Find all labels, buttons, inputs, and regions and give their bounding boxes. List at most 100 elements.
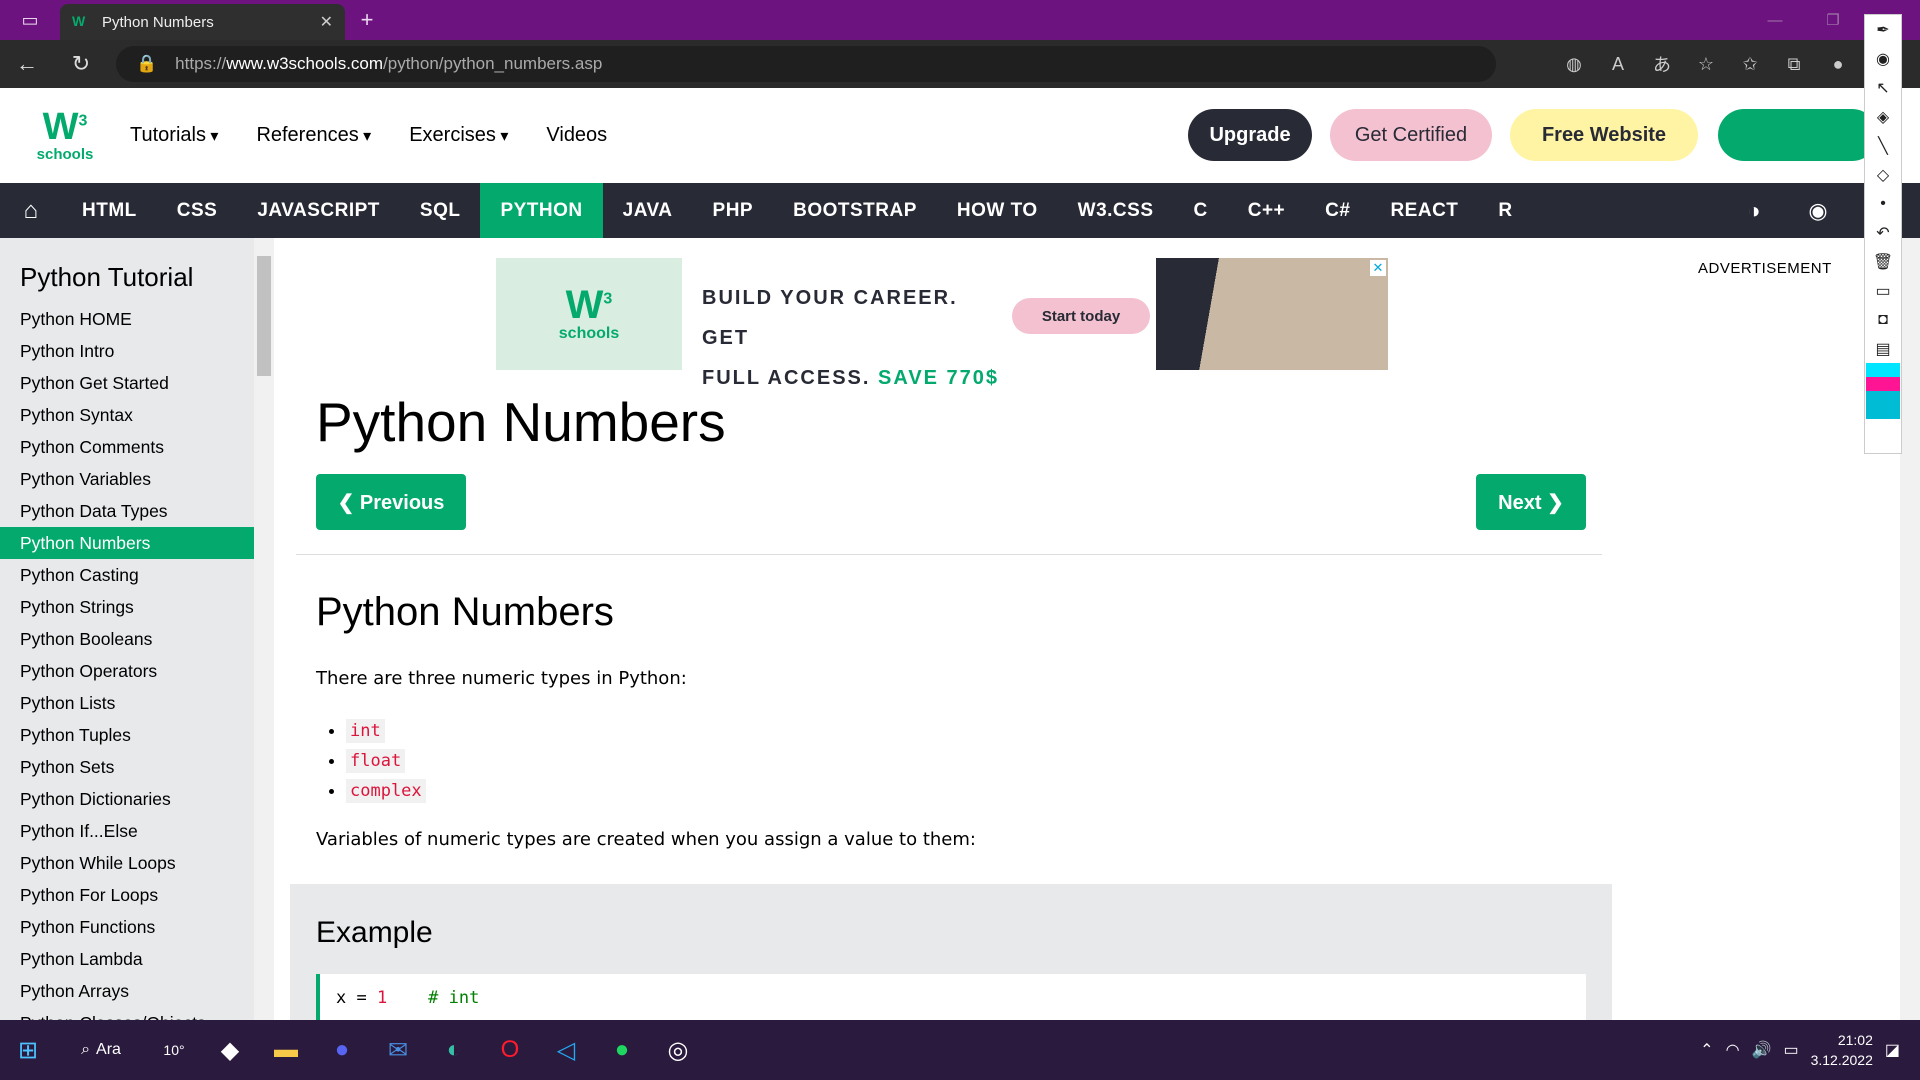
camera-icon[interactable]: ◘ (1865, 305, 1901, 334)
spaces-button[interactable] (1718, 109, 1878, 161)
sidebar-item[interactable]: Python If...Else (0, 815, 254, 847)
subject-w3css[interactable]: W3.CSS (1058, 183, 1174, 238)
sidebar-item[interactable]: Python Get Started (0, 367, 254, 399)
menu-exercises[interactable]: Exercises (409, 124, 508, 147)
ad-close-icon[interactable]: ✕ (1370, 260, 1386, 276)
edge-icon[interactable]: ◐ (426, 1020, 482, 1080)
sidebar-scrollbar[interactable] (254, 238, 274, 1020)
mail-icon[interactable]: ✉ (370, 1020, 426, 1080)
subject-html[interactable]: HTML (62, 183, 157, 238)
dark-mode-icon[interactable]: ◑ (1722, 183, 1786, 238)
sidebar-scroll-thumb[interactable] (257, 256, 271, 376)
pointer-icon[interactable]: ↖ (1865, 73, 1901, 102)
subject-javascript[interactable]: JAVASCRIPT (237, 183, 400, 238)
trash-icon[interactable]: 🗑 (1865, 247, 1901, 276)
sidebar-item[interactable]: Python Arrays (0, 975, 254, 1007)
favorites-icon[interactable]: ✩ (1728, 40, 1772, 88)
sidebar-item[interactable]: Python Operators (0, 655, 254, 687)
sidebar-item[interactable]: Python Dictionaries (0, 783, 254, 815)
url-field[interactable]: 🔒 https://www.w3schools.com/python/pytho… (116, 46, 1496, 82)
new-tab-icon[interactable]: + (345, 0, 389, 40)
pen-tool-icon[interactable]: ✒ (1865, 15, 1901, 44)
battery-icon[interactable]: ▭ (1783, 1040, 1798, 1060)
sidebar-item[interactable]: Python Classes/Objects (0, 1007, 254, 1020)
previous-button[interactable]: ❮ Previous (316, 474, 466, 530)
extension-icon[interactable]: ◍ (1552, 40, 1596, 88)
discord-icon[interactable]: ● (314, 1020, 370, 1080)
subject-php[interactable]: PHP (693, 183, 774, 238)
taskbar-search[interactable]: ⌕ Ara (56, 1020, 146, 1080)
upgrade-button[interactable]: Upgrade (1188, 109, 1312, 161)
tag-icon[interactable]: ◈ (1865, 102, 1901, 131)
eye-icon[interactable]: ◉ (1865, 44, 1901, 73)
subject-r[interactable]: R (1478, 183, 1532, 238)
weather-icon[interactable]: 10° (146, 1020, 202, 1080)
subject-java[interactable]: JAVA (603, 183, 693, 238)
volume-icon[interactable]: 🔊 (1752, 1040, 1772, 1060)
sidebar-item[interactable]: Python HOME (0, 303, 254, 335)
get-certified-button[interactable]: Get Certified (1330, 109, 1492, 161)
page-scrollbar[interactable] (1900, 238, 1920, 1020)
browser-tab[interactable]: W Python Numbers ✕ (60, 4, 345, 40)
profile-avatar-icon[interactable]: ● (1816, 40, 1860, 88)
sidebar-item[interactable]: Python For Loops (0, 879, 254, 911)
vscode-icon[interactable]: ◁ (538, 1020, 594, 1080)
subject-react[interactable]: REACT (1370, 183, 1478, 238)
app-icon[interactable]: ◆ (202, 1020, 258, 1080)
color-swatch[interactable] (1866, 363, 1900, 377)
clipboard-icon[interactable]: ▤ (1865, 334, 1901, 363)
sidebar-item[interactable]: Python Sets (0, 751, 254, 783)
menu-references[interactable]: References (256, 124, 371, 147)
sidebar-item[interactable]: Python Tuples (0, 719, 254, 751)
back-icon[interactable]: ← (0, 40, 54, 88)
home-icon[interactable]: ⌂ (0, 183, 62, 238)
dot-icon[interactable]: • (1865, 189, 1901, 218)
refresh-icon[interactable]: ↻ (54, 40, 108, 88)
sidebar-item[interactable]: Python Variables (0, 463, 254, 495)
sidebar-item[interactable]: Python Intro (0, 335, 254, 367)
undo-icon[interactable]: ↶ (1865, 218, 1901, 247)
clock[interactable]: 21:02 3.12.2022 (1811, 1030, 1873, 1070)
color-swatch[interactable] (1866, 377, 1900, 391)
subject-css[interactable]: CSS (157, 183, 238, 238)
monitor-icon[interactable]: ▭ (1865, 276, 1901, 305)
sidebar-item[interactable]: Python Data Types (0, 495, 254, 527)
add-favorite-icon[interactable]: ☆ (1684, 40, 1728, 88)
tray-chevron-icon[interactable]: ⌃ (1700, 1040, 1713, 1060)
wifi-icon[interactable]: ◠ (1726, 1040, 1740, 1060)
minimize-icon[interactable]: — (1746, 0, 1804, 40)
spotify-icon[interactable]: ● (594, 1020, 650, 1080)
file-explorer-icon[interactable]: ▬ (258, 1020, 314, 1080)
subject-sql[interactable]: SQL (400, 183, 481, 238)
collections-icon[interactable]: ⧉ (1772, 40, 1816, 88)
color-swatch[interactable] (1866, 391, 1900, 419)
sidebar-item[interactable]: Python Functions (0, 911, 254, 943)
opera-icon[interactable]: O (482, 1020, 538, 1080)
globe-icon[interactable]: ◉ (1786, 183, 1850, 238)
free-website-button[interactable]: Free Website (1510, 109, 1698, 161)
sidebar-item[interactable]: Python Lists (0, 687, 254, 719)
ad-start-today-button[interactable]: Start today (1012, 298, 1150, 334)
windows-start-icon[interactable]: ⊞ (0, 1020, 56, 1080)
next-button[interactable]: Next ❯ (1476, 474, 1586, 530)
notification-icon[interactable]: ◪ (1885, 1040, 1900, 1060)
sidebar-item[interactable]: Python Strings (0, 591, 254, 623)
translate-icon[interactable]: あ (1640, 40, 1684, 88)
read-aloud-icon[interactable]: A (1596, 40, 1640, 88)
ad-banner[interactable]: W3 schools BUILD YOUR CAREER. GET FULL A… (496, 258, 1406, 389)
subject-how-to[interactable]: HOW TO (937, 183, 1058, 238)
subject-bootstrap[interactable]: BOOTSTRAP (773, 183, 937, 238)
sidebar-item-active[interactable]: Python Numbers (0, 527, 254, 559)
menu-videos[interactable]: Videos (546, 124, 607, 147)
sidebar-item[interactable]: Python Comments (0, 431, 254, 463)
sidebar-item[interactable]: Python Casting (0, 559, 254, 591)
sidebar-item[interactable]: Python Lambda (0, 943, 254, 975)
w3schools-logo[interactable]: W3 schools (0, 88, 130, 183)
tab-actions-icon[interactable]: ▭ (0, 0, 60, 40)
subject-c[interactable]: C (1174, 183, 1228, 238)
sidebar-item[interactable]: Python While Loops (0, 847, 254, 879)
obs-icon[interactable]: ◎ (650, 1020, 706, 1080)
menu-tutorials[interactable]: Tutorials (130, 124, 218, 147)
sidebar-item[interactable]: Python Booleans (0, 623, 254, 655)
subject-cpp[interactable]: C++ (1228, 183, 1305, 238)
